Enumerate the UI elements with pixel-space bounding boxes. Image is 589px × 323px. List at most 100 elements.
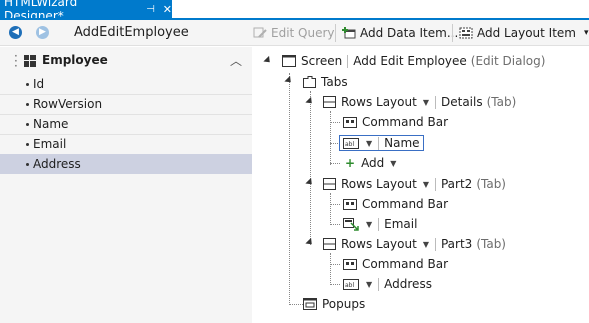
- field-name: Address: [384, 277, 432, 291]
- dropdown-icon[interactable]: ▼: [423, 180, 429, 189]
- screen-title: AddEditEmployee: [74, 25, 189, 40]
- edit-query-icon: [253, 27, 267, 38]
- add-data-item-label: Add Data Item...: [360, 26, 459, 40]
- tab-name: Part2: [440, 177, 473, 191]
- forward-icon[interactable]: ▶: [36, 26, 49, 39]
- tree-node-add[interactable]: + Add ▼: [345, 156, 402, 170]
- tree-node-part2-tab[interactable]: Rows Layout ▼ Part2 (Tab): [323, 177, 506, 191]
- add-layout-item-dropdown-icon[interactable]: ▾: [584, 28, 589, 38]
- entity-header[interactable]: · · · Employee ︿: [0, 47, 252, 75]
- tab-kind: (Tab): [486, 95, 517, 109]
- command-bar-icon: [343, 116, 357, 128]
- bullet-icon: [26, 83, 29, 86]
- dropdown-icon[interactable]: ▼: [366, 280, 372, 289]
- dropdown-icon[interactable]: ▼: [366, 220, 372, 229]
- toolbar-separator: [452, 24, 453, 42]
- dropdown-icon[interactable]: ▼: [423, 240, 429, 249]
- dropdown-icon[interactable]: ▼: [390, 159, 396, 168]
- back-icon[interactable]: ◀: [9, 26, 22, 39]
- rows-layout-icon: [323, 96, 336, 108]
- entity-field-address[interactable]: Address: [0, 154, 252, 174]
- tab-name: Details: [440, 95, 483, 109]
- layout-tree-panel: Screen Add Edit Employee (Edit Dialog) T…: [257, 47, 589, 323]
- designer-toolbar: ◀ ▶ AddEditEmployee Edit Query Add Data …: [0, 20, 589, 46]
- entity-field-email[interactable]: Email: [0, 134, 252, 154]
- tree-connector: [289, 304, 303, 305]
- command-bar-label: Command Bar: [362, 115, 449, 129]
- expand-arrow-icon[interactable]: [263, 55, 273, 66]
- field-label: Name: [33, 117, 69, 131]
- field-name: Email: [384, 217, 418, 231]
- tree-node-email-field[interactable]: ▼ Email: [343, 217, 417, 231]
- separator: [434, 95, 436, 109]
- command-bar-label: Command Bar: [362, 197, 449, 211]
- add-layout-item-label: Add Layout Item: [477, 26, 576, 40]
- entity-name: Employee: [42, 53, 108, 67]
- textbox-icon: abl: [343, 278, 359, 290]
- entity-field-rowversion[interactable]: RowVersion: [0, 94, 252, 114]
- tree-node-command-bar[interactable]: Command Bar: [343, 197, 448, 211]
- tree-connector: [330, 224, 340, 225]
- add-layout-item-icon: [459, 27, 473, 39]
- bullet-icon: [26, 103, 29, 106]
- field-label: Id: [33, 77, 45, 91]
- add-data-item-icon: [342, 27, 356, 39]
- rows-layout-icon: [323, 178, 336, 190]
- bullet-icon: [26, 123, 29, 126]
- bullet-icon: [26, 143, 29, 146]
- tree-node-command-bar[interactable]: Command Bar: [343, 115, 448, 129]
- tab-kind: (Tab): [476, 177, 506, 191]
- drag-handle-icon[interactable]: · · ·: [14, 50, 18, 72]
- collapse-chevron-icon[interactable]: ︿: [230, 52, 242, 69]
- tree-node-popups[interactable]: Popups: [303, 297, 365, 311]
- tree-node-part3-tab[interactable]: Rows Layout ▼ Part3 (Tab): [323, 237, 506, 251]
- tree-connector: [330, 253, 331, 285]
- tree-node-command-bar[interactable]: Command Bar: [343, 257, 448, 271]
- add-data-item-button[interactable]: Add Data Item...: [342, 24, 458, 42]
- tree-node-screen[interactable]: Screen Add Edit Employee (Edit Dialog): [282, 54, 545, 68]
- tree-node-details-tab[interactable]: Rows Layout ▼ Details (Tab): [323, 95, 516, 109]
- expand-arrow-icon[interactable]: [284, 75, 294, 86]
- tab-kind: (Tab): [476, 237, 506, 251]
- tab-name: Part3: [440, 237, 473, 251]
- separator: [434, 237, 436, 251]
- screen-icon: [282, 55, 296, 67]
- tree-node-address-field[interactable]: abl ▼ Address: [343, 277, 432, 291]
- tree-connector: [330, 122, 340, 123]
- add-icon: +: [345, 156, 356, 170]
- add-layout-item-button[interactable]: Add Layout Item ▾: [459, 24, 589, 42]
- expand-arrow-icon[interactable]: [305, 96, 315, 107]
- entity-icon: [24, 55, 36, 67]
- expand-arrow-icon[interactable]: [305, 177, 315, 188]
- entity-field-name[interactable]: Name: [0, 114, 252, 134]
- popups-icon: [303, 298, 317, 310]
- separator: [378, 217, 380, 231]
- pin-icon[interactable]: ⊣: [146, 4, 155, 15]
- add-label: Add: [361, 156, 385, 170]
- separator: [378, 277, 380, 291]
- separator: [434, 177, 436, 191]
- svg-text:abl: abl: [345, 282, 354, 289]
- rows-layout-label: Rows Layout: [341, 177, 417, 191]
- document-tab[interactable]: HTMLWizard Designer* ⊣ ✕: [0, 0, 172, 23]
- dropdown-icon[interactable]: ▼: [366, 139, 372, 148]
- edit-query-button[interactable]: Edit Query: [253, 24, 335, 42]
- command-bar-icon: [343, 198, 357, 210]
- bullet-icon: [26, 163, 29, 166]
- field-label: RowVersion: [33, 97, 103, 111]
- entity-field-id[interactable]: Id: [0, 74, 252, 94]
- field-name: Name: [384, 136, 420, 150]
- rows-layout-icon: [323, 238, 336, 250]
- close-icon[interactable]: ✕: [163, 3, 172, 16]
- expand-arrow-icon[interactable]: [305, 237, 315, 248]
- popups-label: Popups: [322, 297, 366, 311]
- separator: [378, 136, 380, 150]
- dropdown-icon[interactable]: ▼: [423, 98, 429, 107]
- svg-text:abl: abl: [345, 141, 354, 148]
- field-label: Email: [33, 137, 67, 151]
- field-label: Address: [33, 157, 81, 171]
- tree-node-name-field[interactable]: abl ▼ Name: [339, 135, 424, 151]
- email-field-icon: [343, 217, 359, 231]
- screen-name: Add Edit Employee: [353, 54, 467, 68]
- tree-node-tabs[interactable]: Tabs: [303, 75, 348, 89]
